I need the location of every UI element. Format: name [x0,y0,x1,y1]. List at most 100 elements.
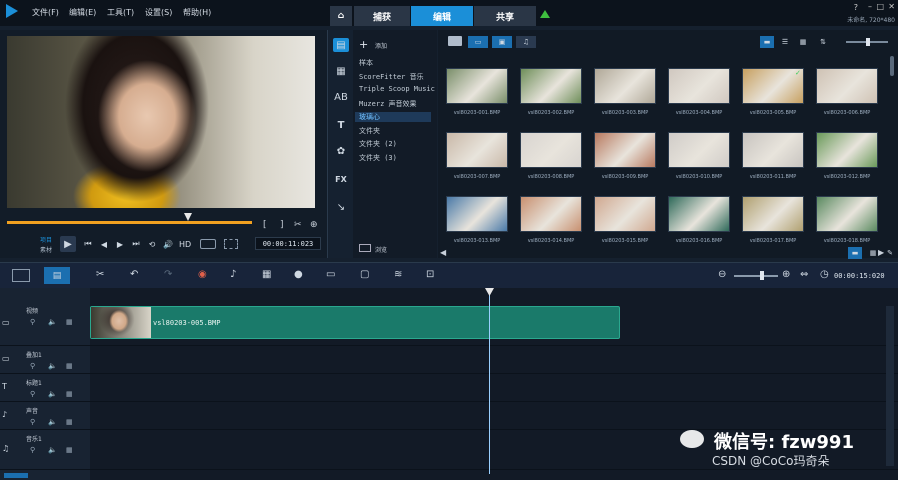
mode-project[interactable]: 项目 [40,235,52,244]
link-icon[interactable]: ⚲ [30,390,35,398]
gallery-thumbnail[interactable] [668,132,730,168]
folder-item[interactable]: 文件夹 [359,126,380,136]
aspect-ratio-icon[interactable] [200,239,216,249]
folder-item[interactable]: Muzerz 声音效果 [359,99,417,109]
track-option-icon[interactable]: ▦ [66,418,73,426]
gallery-thumbnail[interactable] [668,196,730,232]
time-remap-icon[interactable]: ≋ [394,269,402,280]
zoom-icon[interactable]: ⊕ [310,220,318,230]
link-icon[interactable]: ⚲ [30,362,35,370]
subtitle-editor-icon[interactable]: ▭ [326,269,335,280]
storyboard-view-icon[interactable] [12,269,30,282]
timeline-vscroll[interactable] [886,306,894,466]
timeline-view-icon[interactable]: ▤ [44,267,70,284]
tab-share[interactable]: 共享 [474,6,536,26]
filter-fx-icon[interactable]: FX [333,172,349,186]
auto-music-icon[interactable]: ▦ [262,269,271,280]
tab-edit[interactable]: 编辑 [411,6,473,26]
tools-icon[interactable]: ✂ [96,269,104,280]
redo-icon[interactable]: ↷ [164,269,172,280]
next-frame-button[interactable]: ▶ [114,238,126,250]
gallery-thumbnail[interactable] [446,132,508,168]
link-icon[interactable]: ⚲ [30,318,35,326]
tab-capture[interactable]: 捕获 [354,6,410,26]
edit-panel-icon[interactable]: ✎ [884,247,896,259]
folder-item[interactable]: 玻璃心 [355,112,431,122]
menu-tools[interactable]: 工具(T) [107,7,134,18]
menu-help[interactable]: 帮助(H) [183,7,211,18]
folder-item[interactable]: 样本 [359,58,373,68]
track-option-icon[interactable]: ▦ [66,446,73,454]
media-icon[interactable]: ▤ [333,38,349,52]
sort-icon[interactable]: ⇅ [816,36,830,48]
gallery-thumbnail[interactable] [594,196,656,232]
instant-project-icon[interactable]: ▦ [333,64,349,78]
mark-out-icon[interactable]: ] [280,220,284,230]
thumbnail-size-handle[interactable] [866,38,870,46]
folder-item[interactable]: 文件夹 (2) [359,139,397,149]
track-option-icon[interactable]: ▦ [66,390,73,398]
track-option-icon[interactable]: ▦ [66,318,73,326]
folder-icon[interactable] [448,36,462,46]
record-capture-icon[interactable]: ◉ [198,269,207,280]
options-panel-icon[interactable]: ▦ [866,247,880,259]
menu-settings[interactable]: 设置(S) [145,7,172,18]
zoom-in-icon[interactable]: ⊕ [782,269,790,280]
gallery-thumbnail[interactable] [520,196,582,232]
list-view-icon[interactable]: ☰ [778,36,792,48]
trim-bar[interactable] [7,221,252,224]
transition-icon[interactable]: AB [333,90,349,104]
fit-project-icon[interactable]: ⇔ [800,269,808,280]
repeat-button[interactable]: ⟲ [146,238,158,250]
add-folder-label[interactable]: 添加 [375,41,387,50]
video-clip[interactable]: vsl80203-005.BMP [90,306,620,339]
grid-view-icon[interactable]: ▦ [796,36,810,48]
zoom-slider[interactable] [734,275,778,277]
title-icon[interactable]: T [333,118,349,132]
menu-edit[interactable]: 编辑(E) [69,7,96,18]
mute-icon[interactable]: 🔈 [48,418,57,426]
show-audio-icon[interactable]: ♫ [516,36,536,48]
mute-icon[interactable]: 🔈 [48,362,57,370]
maximize-icon[interactable]: □ [876,2,884,11]
hd-toggle[interactable]: HD [179,240,191,249]
gallery-thumbnail[interactable] [668,68,730,104]
folder-item[interactable]: 文件夹 (3) [359,153,397,163]
mask-creator-icon[interactable]: ⊡ [426,269,434,280]
path-icon[interactable]: ↘ [333,200,349,214]
graphic-icon[interactable]: ✿ [333,144,349,158]
mark-in-icon[interactable]: [ [263,220,267,230]
gallery-thumbnail[interactable] [446,68,508,104]
prev-frame-button[interactable]: ◀ [98,238,110,250]
browse-icon[interactable] [359,244,371,252]
timeline-hscroll-thumb[interactable] [4,473,28,478]
gallery-thumbnail[interactable] [520,132,582,168]
track-option-icon[interactable]: ▦ [66,362,73,370]
link-icon[interactable]: ⚲ [30,446,35,454]
scroll-left-icon[interactable]: ◀ [440,248,446,257]
resize-icon[interactable] [224,239,238,249]
gallery-thumbnail[interactable] [742,196,804,232]
zoom-slider-handle[interactable] [760,271,764,280]
audio-mixer-icon[interactable]: ♪ [230,269,236,280]
gallery-thumbnail[interactable] [446,196,508,232]
gallery-scrollbar[interactable] [890,56,894,76]
gallery-thumbnail[interactable] [594,68,656,104]
gallery-thumbnail[interactable] [520,68,582,104]
mute-icon[interactable]: 🔈 [48,446,57,454]
scrubber-handle[interactable] [184,213,192,221]
upload-icon[interactable] [540,10,550,18]
folder-item[interactable]: ScoreFitter 音乐 [359,72,424,82]
play-button[interactable]: ▶ [60,236,76,252]
mute-icon[interactable]: 🔈 [48,390,57,398]
gallery-thumbnail[interactable] [594,132,656,168]
link-icon[interactable]: ⚲ [30,418,35,426]
mute-icon[interactable]: 🔈 [48,318,57,326]
home-tab[interactable]: ⌂ [330,6,352,26]
folder-item[interactable]: Triple Scoop Music [359,85,435,93]
minimize-icon[interactable]: – [868,2,872,11]
home-start-button[interactable]: ⏮ [82,238,94,250]
gallery-thumbnail[interactable] [742,132,804,168]
undo-icon[interactable]: ↶ [130,269,138,280]
volume-button[interactable]: 🔊 [162,238,174,250]
